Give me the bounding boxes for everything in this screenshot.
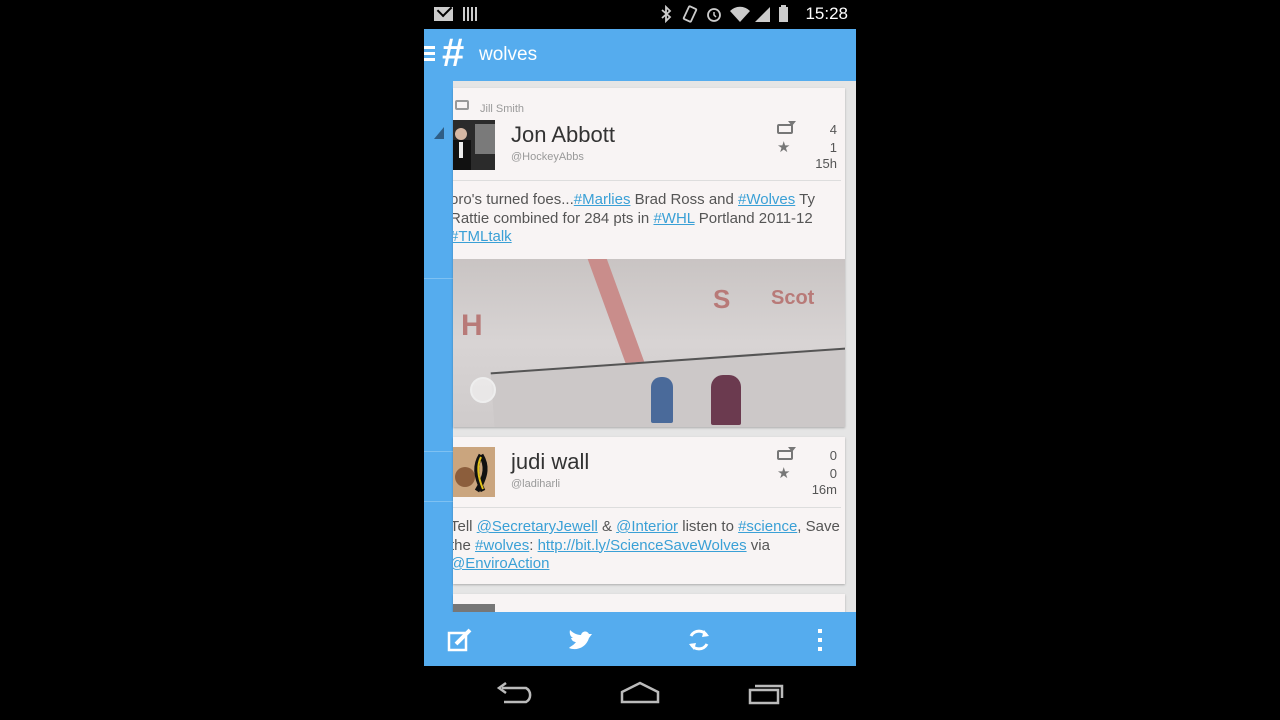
tweet-text: oro's turned foes...#Marlies Brad Ross a…	[453, 191, 840, 247]
alarm-icon	[705, 5, 723, 23]
tweet-stats: 0 ★ 0 16m	[777, 446, 837, 497]
tweet-age: 16m	[811, 482, 837, 497]
hashtag-link[interactable]: #Wolves	[738, 191, 795, 208]
tweet-text-segment: &	[597, 518, 617, 535]
retweet-small-icon	[455, 100, 469, 110]
hashtag-link[interactable]: #WHL	[653, 210, 694, 227]
retweet-count: 0	[829, 447, 837, 463]
tweet-text-segment: Tell	[453, 518, 473, 535]
hashtag-icon[interactable]: #	[442, 31, 464, 76]
mail-icon	[434, 7, 453, 21]
touch-indicator	[470, 377, 496, 403]
phone-screen: 15:28 # wolves Jill Smith Jon Abbott @Ho…	[424, 0, 856, 720]
signal-bars-icon	[463, 7, 477, 21]
mention-link[interactable]: @SecretaryJewell	[477, 518, 598, 535]
hashtag-link[interactable]: #TMLtalk	[453, 228, 512, 245]
drawer-indicator-icon	[434, 127, 444, 139]
retweeted-by: Jill Smith	[480, 103, 525, 115]
compose-icon[interactable]	[446, 626, 474, 654]
retweet-count: 4	[829, 121, 837, 137]
avatar[interactable]	[453, 604, 495, 612]
menu-icon[interactable]	[424, 46, 435, 63]
bluetooth-icon	[657, 4, 675, 24]
recents-icon[interactable]	[746, 680, 786, 706]
tweet-photo[interactable]: H S Scot	[453, 259, 845, 427]
avatar[interactable]	[453, 120, 495, 170]
wifi-icon	[729, 5, 751, 23]
tweet-text-segment: oro's turned foes...	[453, 191, 574, 208]
hashtag-link[interactable]: #wolves	[475, 537, 529, 554]
timeline[interactable]: Jill Smith Jon Abbott @HockeyAbbs 4 ★ 1 1…	[424, 81, 856, 612]
tweet-card[interactable]: judi wall @ladiharli 0 ★ 0 16m Tell @Secr…	[453, 437, 845, 584]
refresh-icon[interactable]	[685, 626, 713, 654]
retweet-icon[interactable]	[777, 447, 796, 460]
url-link[interactable]: http://bit.ly/ScienceSaveWolves	[538, 537, 747, 554]
app-bar: # wolves	[424, 29, 856, 81]
signal-icon	[753, 5, 771, 23]
tweet-text-segment: listen to	[678, 518, 739, 535]
drawer-edge[interactable]	[424, 81, 453, 612]
tweet-card[interactable]: Jill Smith Jon Abbott @HockeyAbbs 4 ★ 1 1…	[453, 88, 845, 427]
tweet-card[interactable]	[453, 594, 845, 612]
author-name[interactable]: Jon Abbott	[511, 122, 615, 148]
home-icon[interactable]	[620, 680, 660, 706]
author-handle[interactable]: @HockeyAbbs	[511, 151, 584, 163]
tweet-stats: 4 ★ 1 15h	[777, 120, 837, 171]
status-bar: 15:28	[424, 0, 856, 29]
mention-link[interactable]: @Interior	[616, 518, 678, 535]
bottom-action-bar	[424, 612, 856, 666]
tweet-text-segment: via	[746, 536, 770, 554]
favorite-icon[interactable]: ★	[777, 466, 790, 481]
overflow-menu-icon[interactable]	[806, 626, 834, 654]
vibrate-icon	[681, 5, 699, 23]
search-title: wolves	[479, 44, 538, 65]
mention-link[interactable]: @EnviroAction	[453, 555, 549, 572]
hashtag-link[interactable]: #Marlies	[574, 191, 631, 208]
back-icon[interactable]	[494, 680, 534, 706]
favorite-count: 1	[829, 139, 837, 155]
retweet-icon[interactable]	[777, 121, 796, 134]
author-handle[interactable]: @ladiharli	[511, 478, 560, 490]
system-nav-bar	[424, 666, 856, 720]
tweet-text-segment: Brad Ross and	[630, 191, 739, 208]
status-time: 15:28	[805, 4, 848, 23]
favorite-icon[interactable]: ★	[777, 140, 790, 155]
twitter-bird-icon[interactable]	[566, 626, 594, 654]
battery-icon	[777, 5, 795, 23]
avatar[interactable]	[453, 447, 495, 497]
favorite-count: 0	[829, 465, 837, 481]
tweet-text-segment: :	[529, 536, 538, 554]
tweet-text-segment: Portland 2011-12	[694, 209, 813, 227]
author-name[interactable]: judi wall	[511, 449, 589, 475]
tweet-age: 15h	[815, 156, 837, 171]
hashtag-link[interactable]: #science	[738, 518, 797, 535]
tweet-text: Tell @SecretaryJewell & @Interior listen…	[453, 518, 840, 574]
